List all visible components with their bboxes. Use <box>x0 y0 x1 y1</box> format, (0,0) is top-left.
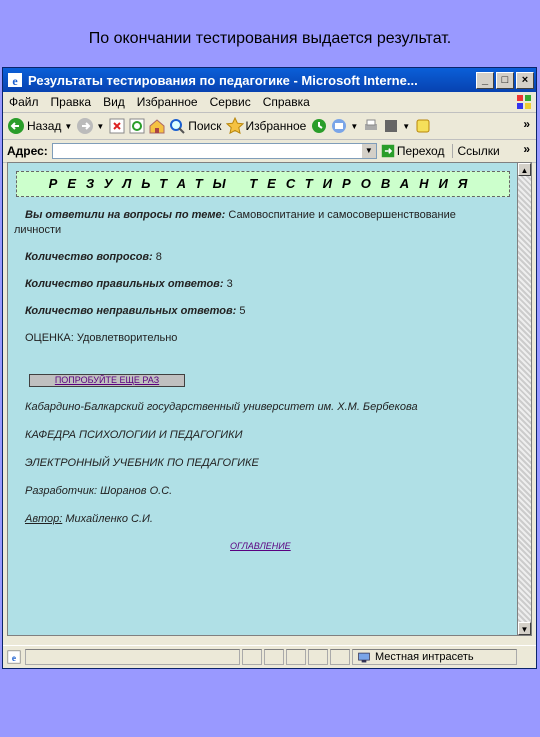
questions-line: Количество вопросов: 8 <box>25 251 162 263</box>
browser-window: e Результаты тестирования по педагогике … <box>2 67 537 669</box>
star-icon <box>225 117 244 135</box>
address-label: Адрес: <box>7 144 48 158</box>
refresh-icon[interactable] <box>128 117 146 135</box>
developer-label: Разработчик: <box>25 485 98 497</box>
back-label: Назад <box>27 119 62 133</box>
menu-help[interactable]: Справка <box>263 95 310 109</box>
status-cell-4 <box>308 649 328 665</box>
menu-favorites[interactable]: Избранное <box>137 95 198 109</box>
ie-icon: e <box>8 73 22 88</box>
scroll-up-icon[interactable]: ▲ <box>518 163 531 176</box>
mail-dropdown-icon[interactable]: ▼ <box>350 122 358 131</box>
vertical-scrollbar[interactable]: ▲ ▼ <box>517 162 532 636</box>
correct-label: Количество правильных ответов: <box>25 278 224 290</box>
developer-line: Разработчик: Шоранов О.С. <box>25 485 172 497</box>
title-bar[interactable]: e Результаты тестирования по педагогике … <box>3 68 536 92</box>
author-label: Автор: <box>25 513 63 525</box>
forward-dropdown-icon[interactable]: ▼ <box>96 122 104 131</box>
questions-value: 8 <box>155 251 162 263</box>
go-button[interactable]: Переход <box>381 144 445 158</box>
zone-label: Местная интрасеть <box>375 651 474 663</box>
forward-button[interactable]: ▼ <box>76 117 104 135</box>
correct-value: 3 <box>226 278 233 290</box>
scroll-down-icon[interactable]: ▼ <box>518 622 531 635</box>
back-button[interactable]: Назад ▼ <box>7 117 72 135</box>
stop-icon[interactable] <box>108 117 126 135</box>
links-more-icon[interactable]: » <box>523 142 530 156</box>
developer-value: Шоранов О.С. <box>100 485 173 497</box>
author-value: Михайленко С.И. <box>65 513 153 525</box>
edit-dropdown-icon[interactable]: ▼ <box>402 122 410 131</box>
department-text: КАФЕДРА ПСИХОЛОГИИ И ПЕДАГОГИКИ <box>25 429 243 441</box>
wrong-line: Количество неправильных ответов: 5 <box>25 305 245 317</box>
back-arrow-icon <box>8 118 24 134</box>
close-button[interactable]: × <box>516 71 534 89</box>
history-icon[interactable] <box>310 117 328 135</box>
intranet-icon <box>358 652 370 663</box>
messenger-icon[interactable] <box>414 117 432 135</box>
links-button[interactable]: Ссылки <box>452 144 500 158</box>
menu-file[interactable]: Файл <box>9 95 39 109</box>
status-bar: e Местная интрасеть <box>3 645 536 668</box>
go-arrow-icon <box>381 144 395 158</box>
status-cell-5 <box>330 649 350 665</box>
search-button[interactable]: Поиск <box>168 117 222 135</box>
print-icon[interactable] <box>362 117 380 135</box>
mail-icon[interactable] <box>330 117 348 135</box>
svg-text:e: e <box>12 74 18 88</box>
back-dropdown-icon[interactable]: ▼ <box>64 122 72 131</box>
menu-bar: Файл Правка Вид Избранное Сервис Справка <box>3 92 536 113</box>
favorites-button[interactable]: Избранное <box>225 117 307 135</box>
wrong-value: 5 <box>239 305 246 317</box>
correct-line: Количество правильных ответов: 3 <box>25 278 233 290</box>
results-heading: РЕЗУЛЬТАТЫ ТЕСТИРОВАНИЯ <box>16 171 510 197</box>
home-icon[interactable] <box>148 117 166 135</box>
status-text-cell <box>25 649 240 665</box>
windows-logo-icon <box>517 95 531 109</box>
edit-icon[interactable] <box>382 117 400 135</box>
university-text: Кабардино-Балкарский государственный уни… <box>25 401 418 413</box>
forward-arrow-icon <box>77 118 94 134</box>
menu-edit[interactable]: Правка <box>51 95 92 109</box>
toolbar: Назад ▼ ▼ Поиск Избранное ▼ ▼ » <box>3 113 536 140</box>
topic-value: Самовоспитание и самосовершенствование <box>228 209 456 221</box>
window-title: Результаты тестирования по педагогике - … <box>28 72 418 88</box>
questions-label: Количество вопросов: <box>25 251 153 263</box>
page-status-icon: e <box>7 650 21 664</box>
address-bar: Адрес: ▼ Переход Ссылки » <box>3 140 536 163</box>
status-cell-1 <box>242 649 262 665</box>
zone-cell: Местная интрасеть <box>352 649 517 665</box>
favorites-label: Избранное <box>245 119 307 133</box>
textbook-text: ЭЛЕКТРОННЫЙ УЧЕБНИК ПО ПЕДАГОГИКЕ <box>25 457 259 469</box>
status-cell-3 <box>286 649 306 665</box>
try-again-button[interactable]: ПОПРОБУЙТЕ ЕЩЕ РАЗ <box>29 374 185 387</box>
menu-view[interactable]: Вид <box>103 95 125 109</box>
toolbar-more-icon[interactable]: » <box>523 117 530 131</box>
slide-caption: По окончании тестирования выдается резул… <box>88 30 452 47</box>
toc-link[interactable]: ОГЛАВЛЕНИЕ <box>230 541 291 551</box>
status-cell-2 <box>264 649 284 665</box>
topic-line: Вы ответили на вопросы по теме: Самовосп… <box>25 209 456 221</box>
grade-label: ОЦЕНКА: <box>25 332 74 344</box>
author-line: Автор: Михайленко С.И. <box>25 513 153 525</box>
grade-line: ОЦЕНКА: Удовлетворительно <box>25 332 177 344</box>
grade-value: Удовлетворительно <box>76 332 178 344</box>
menu-tools[interactable]: Сервис <box>210 95 251 109</box>
go-label: Переход <box>396 144 445 158</box>
topic-label: Вы ответили на вопросы по теме: <box>25 209 226 221</box>
address-input[interactable]: ▼ <box>51 143 377 159</box>
address-dropdown-icon[interactable]: ▼ <box>361 144 376 158</box>
search-label: Поиск <box>188 119 222 133</box>
page-content: РЕЗУЛЬТАТЫ ТЕСТИРОВАНИЯ Вы ответили на в… <box>7 162 519 636</box>
topic-line-cont: личности <box>14 224 62 236</box>
minimize-button[interactable]: _ <box>476 71 494 89</box>
search-icon <box>170 119 185 134</box>
maximize-button[interactable]: □ <box>496 71 514 89</box>
wrong-label: Количество неправильных ответов: <box>25 305 237 317</box>
svg-text:e: e <box>12 654 16 664</box>
